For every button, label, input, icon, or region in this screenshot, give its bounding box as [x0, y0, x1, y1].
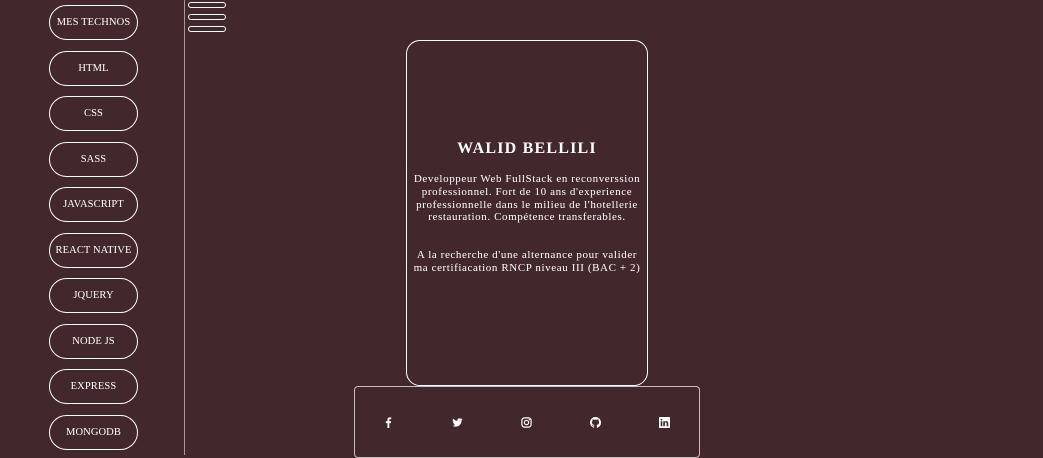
- hamburger-bar: [188, 2, 226, 8]
- profile-card: WALID BELLILI Developpeur Web FullStack …: [406, 40, 648, 386]
- profile-goal: A la recherche d'une alternance pour val…: [413, 249, 641, 274]
- tech-item-react-native[interactable]: REACT NATIVE: [49, 233, 138, 268]
- tech-item-label: MONGODB: [66, 427, 121, 438]
- twitter-link[interactable]: [449, 414, 465, 430]
- tech-item-label: JQUERY: [73, 290, 114, 301]
- tech-sidebar: MES TECHNOS HTML CSS SASS JAVASCRIPT REA…: [0, 0, 185, 455]
- hamburger-bar: [188, 14, 226, 20]
- linkedin-link[interactable]: [656, 414, 672, 430]
- tech-item-label: MES TECHNOS: [56, 17, 131, 28]
- profile-name: WALID BELLILI: [457, 140, 597, 157]
- tech-item-mongodb[interactable]: MONGODB: [49, 415, 138, 450]
- hamburger-menu-icon[interactable]: [188, 2, 226, 34]
- github-link[interactable]: [587, 414, 603, 430]
- tech-item-label: NODE JS: [72, 336, 115, 347]
- tech-item-javascript[interactable]: JAVASCRIPT: [49, 187, 138, 222]
- facebook-link[interactable]: [380, 414, 396, 430]
- tech-item-label: CSS: [84, 108, 103, 119]
- tech-item-express[interactable]: EXPRESS: [49, 369, 138, 404]
- tech-item-label: SASS: [80, 154, 107, 165]
- hamburger-bar: [188, 26, 226, 32]
- instagram-link[interactable]: [518, 414, 534, 430]
- tech-item-html[interactable]: HTML: [49, 51, 138, 86]
- tech-item-label: EXPRESS: [70, 381, 117, 392]
- tech-item-mes-technos[interactable]: MES TECHNOS: [49, 5, 138, 40]
- instagram-icon: [520, 416, 532, 428]
- tech-item-css[interactable]: CSS: [49, 96, 138, 131]
- linkedin-icon: [658, 416, 670, 428]
- github-icon: [589, 416, 601, 428]
- profile-bio: Developpeur Web FullStack en reconverssi…: [413, 173, 641, 224]
- tech-item-sass[interactable]: SASS: [49, 142, 138, 177]
- tech-item-node-js[interactable]: NODE JS: [49, 324, 138, 359]
- facebook-icon: [385, 416, 391, 428]
- social-bar: [354, 386, 700, 458]
- tech-item-label: JAVASCRIPT: [63, 199, 124, 210]
- twitter-icon: [451, 417, 463, 427]
- tech-item-jquery[interactable]: JQUERY: [49, 278, 138, 313]
- tech-item-label: REACT NATIVE: [55, 245, 132, 256]
- tech-item-label: HTML: [78, 63, 109, 74]
